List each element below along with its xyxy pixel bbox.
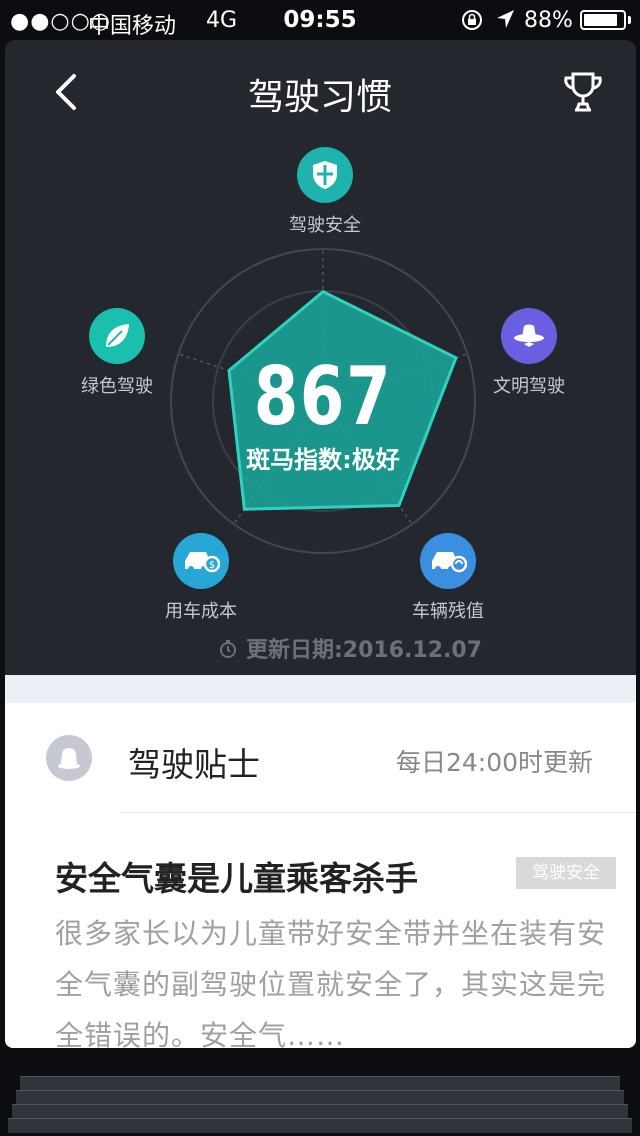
- stacked-card: [8, 1118, 632, 1133]
- shield-icon: [297, 147, 353, 203]
- dimension-label: 用车成本: [165, 601, 237, 622]
- dimension-label: 车辆残值: [412, 601, 484, 622]
- article-excerpt[interactable]: 很多家长以为儿童带好安全带并坐在装有安全气囊的副驾驶位置就安全了，其实这是完全错…: [55, 908, 615, 1061]
- article-title[interactable]: 安全气囊是儿童乘客杀手: [55, 852, 418, 900]
- update-date: 更新日期:2016.12.07: [0, 632, 640, 664]
- timer-icon: [220, 640, 236, 658]
- section-separator: [5, 675, 636, 703]
- article-tag: 驾驶安全: [516, 857, 616, 889]
- dimension-vehicle-residual-value[interactable]: 车辆残值: [378, 533, 518, 623]
- dimension-driving-safety[interactable]: 驾驶安全: [255, 147, 395, 237]
- tips-title: 驾驶贴士: [128, 745, 260, 784]
- divider: [120, 812, 636, 813]
- stacked-card: [16, 1090, 624, 1105]
- dimension-label: 驾驶安全: [289, 215, 361, 236]
- tips-bell-icon: [46, 735, 92, 781]
- car-dollar-icon: $: [173, 533, 229, 589]
- update-date-label: 更新日期:2016.12.07: [246, 638, 482, 663]
- zebra-score: 867: [253, 350, 393, 443]
- stacked-card: [12, 1104, 628, 1119]
- car-refresh-icon: [420, 533, 476, 589]
- svg-text:$: $: [209, 560, 215, 571]
- stacked-card: [20, 1076, 620, 1091]
- zebra-grade: 斑马指数:极好: [246, 446, 400, 474]
- tips-update-time: 每日24:00时更新: [396, 748, 594, 777]
- dimension-usage-cost[interactable]: $ 用车成本: [131, 533, 271, 623]
